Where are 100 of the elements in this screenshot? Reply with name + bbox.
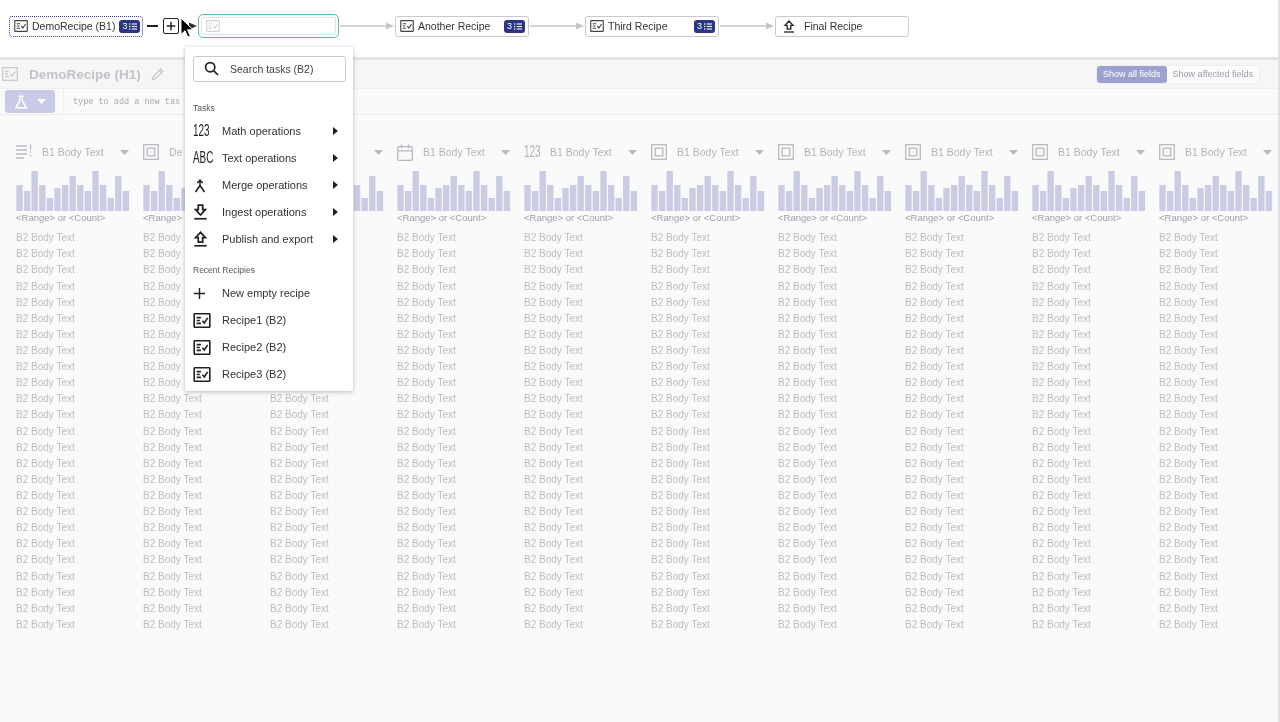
table-cell-text: B2 Body Text (16, 344, 75, 359)
caret-right-icon (333, 208, 338, 216)
caret-down-icon[interactable] (755, 149, 764, 155)
table-cell-text: B2 Body Text (270, 553, 329, 568)
table-cell-text: B2 Body Text (1159, 505, 1218, 520)
step-count: 3 (507, 19, 512, 33)
table-cell-text: B2 Body Text (16, 569, 75, 584)
table-cell-text: B2 Body Text (1159, 231, 1218, 246)
table-cell-text: B2 Body (143, 231, 181, 246)
table-cell-text: B2 Body Text (524, 601, 583, 616)
table-cell-text: B2 Body Text (778, 311, 837, 326)
menu-item[interactable]: Publish and export (193, 225, 346, 253)
menu-item[interactable]: 123 Math operations (193, 117, 346, 145)
table-cell-text: B2 Body Text (905, 521, 964, 536)
table-cell-text: B2 Body Text (905, 344, 964, 359)
table-cell-text: B2 Body Text (778, 553, 837, 568)
table-cell-text: B2 Body Text (905, 585, 964, 600)
table-cell-text: B2 Body Text (397, 408, 456, 423)
menu-item[interactable]: Ingest operations (193, 198, 346, 226)
flask-icon (14, 94, 28, 109)
table-cell-text: B2 Body Text (778, 392, 837, 407)
table-cell-text: B2 Body Text (1159, 327, 1218, 342)
table-cell-text: B2 Body Text (778, 489, 837, 503)
table-cell-text: B2 Body Text (1159, 424, 1218, 439)
caret-down-icon[interactable] (1009, 149, 1018, 155)
table-cell-text: B2 Body Text (651, 424, 710, 439)
table-cell-text: B2 Body Text (143, 585, 202, 600)
table-cell-text: B2 Body Text (1032, 505, 1091, 520)
plus-icon (166, 21, 176, 31)
recipe-node[interactable]: Another Recipe 3 (395, 15, 529, 37)
menu-item[interactable]: New empty recipe (193, 279, 346, 307)
table-cell-text: B2 Body Text (1032, 489, 1091, 503)
caret-down-icon[interactable] (1263, 149, 1272, 155)
menu-item[interactable]: Recipe3 (B2) (193, 360, 346, 388)
caret-down-icon[interactable] (628, 149, 637, 155)
table-cell-text: B2 Body Text (143, 440, 202, 455)
table-cell-text: B2 Body Text (905, 392, 964, 407)
square-icon (651, 144, 667, 160)
add-step-button[interactable] (163, 18, 179, 34)
connector-arrow (720, 21, 774, 31)
table-cell-text: B2 Body Text (524, 327, 583, 342)
table-cell-text: B2 Body Text (143, 408, 202, 423)
caret-down-icon[interactable] (882, 149, 891, 155)
table-cell-text: B2 Body Text (905, 569, 964, 584)
search-field[interactable]: Search tasks (B2) (193, 56, 346, 82)
table-cell-text: B2 Body Text (524, 489, 583, 503)
menu-item[interactable]: Merge operations (193, 171, 346, 199)
table-cell-text: B2 Body Text (524, 408, 583, 423)
table-cell-text: B2 Body Text (397, 247, 456, 262)
table-cell-text: B2 Body Text (1159, 456, 1218, 471)
caret-down-icon[interactable] (120, 149, 129, 155)
table-cell-text: B2 Body Text (1032, 537, 1091, 552)
menu-item[interactable]: Recipe1 (B2) (193, 306, 346, 334)
table-cell-text: B2 Body Text (778, 376, 837, 391)
table-cell-text: B2 Body Text (16, 585, 75, 600)
range-label: <Range> or <Count> (1159, 212, 1249, 224)
table-cell-text: B2 Body Text (397, 295, 456, 310)
table-cell-text: B2 Body Text (905, 247, 964, 262)
caret-down-icon[interactable] (374, 149, 383, 155)
table-cell-text: B2 Body Text (143, 505, 202, 520)
table-cell-text: B2 Body Text (524, 424, 583, 439)
recipe-node[interactable]: Final Recipe (775, 15, 909, 37)
caret-down-icon[interactable] (1136, 149, 1145, 155)
table-cell-text: B2 Body Text (16, 553, 75, 568)
table-cell-text: B2 Body Text (1159, 537, 1218, 552)
table-cell-text: B2 Body Text (524, 231, 583, 246)
table-cell-text: B2 Body Text (397, 617, 456, 632)
empty-recipe-slot[interactable] (198, 14, 339, 38)
table-cell-text: B2 Body Text (143, 392, 202, 407)
menu-item[interactable]: ABC Text operations (193, 144, 346, 172)
checklist-icon (193, 312, 211, 328)
search-icon (204, 61, 219, 76)
table-cell-text: B2 Body Text (16, 263, 75, 278)
pencil-icon[interactable] (150, 67, 165, 81)
table-cell-text: B2 Body Text (16, 376, 75, 391)
recipe-node[interactable]: DemoRecipe (B1) 3 (9, 15, 143, 37)
letters-icon: ABC (193, 149, 214, 167)
task-type-dropdown[interactable] (5, 90, 55, 113)
range-label: <Range> or <Count> (778, 212, 868, 224)
table-cell-text: B2 Body Text (778, 360, 837, 375)
recipe-node[interactable]: Third Recipe 3 (585, 15, 719, 37)
section-label: Tasks (193, 102, 216, 114)
table-cell-text: B2 Body Text (1032, 585, 1091, 600)
table-cell-text: B2 Body Text (1032, 472, 1091, 487)
menu-item[interactable]: Recipe2 (B2) (193, 333, 346, 361)
table-cell-text: B2 Body Text (905, 231, 964, 246)
table-cell-text: B2 Body Text (16, 440, 75, 455)
table-cell-text: B2 Body Text (651, 279, 710, 294)
table-cell-text: B2 Body Text (905, 311, 964, 326)
table-cell-text: B2 Body Text (16, 537, 75, 552)
table-cell-text: B2 Body Text (397, 537, 456, 552)
table-cell-text: B2 Body Text (651, 231, 710, 246)
table-cell-text: B2 Body Text (524, 279, 583, 294)
section-label: Recent Recipies (193, 264, 256, 276)
table-cell-text: B2 Body Text (397, 585, 456, 600)
table-cell-text: B2 Body Text (905, 408, 964, 423)
table-cell-text: B2 Body Text (651, 617, 710, 632)
caret-down-icon[interactable] (501, 149, 510, 155)
table-cell-text: B2 Body Text (1159, 311, 1218, 326)
upload-icon (193, 231, 208, 247)
